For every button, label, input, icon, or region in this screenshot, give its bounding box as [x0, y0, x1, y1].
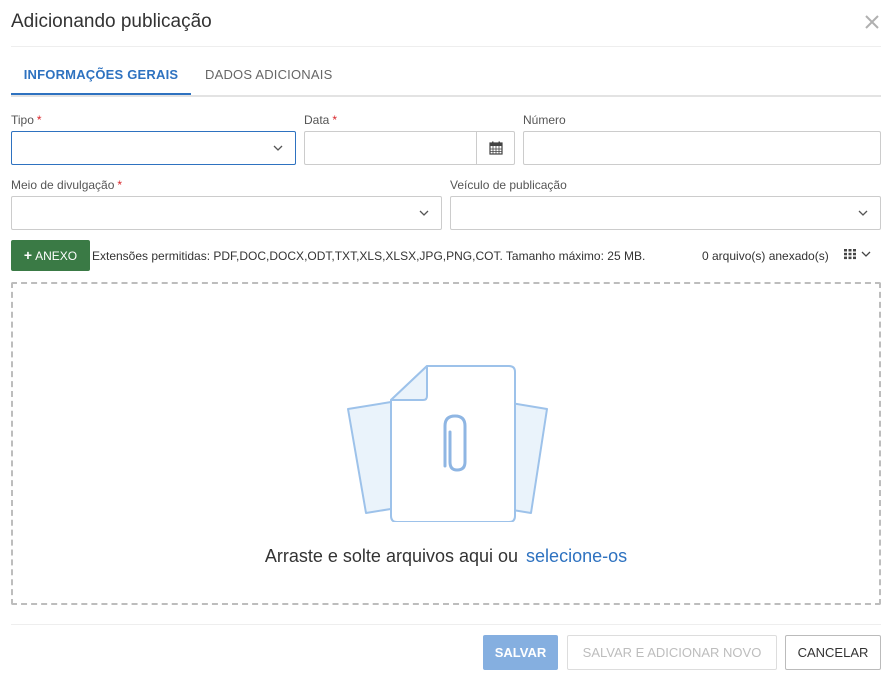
file-dropzone[interactable]: Arraste e solte arquivos aqui ou selecion…	[11, 282, 881, 605]
dropzone-text: Arraste e solte arquivos aqui ou selecion…	[13, 546, 879, 567]
footer-divider	[11, 624, 881, 625]
required-mark: *	[332, 113, 338, 127]
required-mark: *	[117, 178, 123, 192]
chevron-down-icon	[861, 251, 871, 257]
chevron-down-icon	[858, 210, 868, 216]
add-anexo-label: ANEXO	[35, 249, 78, 263]
chevron-down-icon	[273, 145, 283, 151]
tab-dados-adicionais[interactable]: DADOS ADICIONAIS	[205, 57, 332, 93]
plus-icon: +	[23, 247, 33, 263]
meio-label: Meio de divulgação *	[11, 178, 123, 192]
chevron-down-icon	[419, 210, 429, 216]
save-button[interactable]: SALVAR	[483, 635, 558, 670]
tipo-label: Tipo *	[11, 113, 42, 127]
attachment-count: 0 arquivo(s) anexado(s)	[702, 249, 829, 263]
dropzone-instruction: Arraste e solte arquivos aqui ou	[264, 546, 519, 566]
numero-input[interactable]	[523, 131, 881, 165]
tab-informacoes-gerais[interactable]: INFORMAÇÕES GERAIS	[11, 57, 191, 95]
data-input[interactable]	[304, 131, 477, 165]
data-label: Data *	[304, 113, 338, 127]
paperclip-document-icon	[347, 365, 548, 522]
veiculo-label: Veículo de publicação	[450, 178, 567, 192]
tipo-select[interactable]	[11, 131, 296, 165]
cancel-button[interactable]: CANCELAR	[785, 635, 881, 670]
allowed-extensions-text: Extensões permitidas: PDF,DOC,DOCX,ODT,T…	[92, 249, 646, 263]
select-files-link[interactable]: selecione-os	[526, 546, 627, 566]
grid-view-icon[interactable]	[843, 247, 873, 261]
veiculo-select[interactable]	[450, 196, 881, 230]
header-divider	[11, 46, 881, 47]
tab-bar: INFORMAÇÕES GERAIS DADOS ADICIONAIS	[11, 57, 881, 97]
save-and-add-new-button[interactable]: SALVAR E ADICIONAR NOVO	[567, 635, 777, 670]
meio-select[interactable]	[11, 196, 442, 230]
close-icon[interactable]	[862, 12, 882, 32]
required-mark: *	[36, 113, 42, 127]
dialog-title: Adicionando publicação	[11, 11, 212, 32]
numero-label: Número	[523, 113, 566, 127]
calendar-button[interactable]	[476, 131, 515, 165]
calendar-icon	[489, 141, 503, 155]
add-anexo-button[interactable]: + ANEXO	[11, 240, 90, 271]
